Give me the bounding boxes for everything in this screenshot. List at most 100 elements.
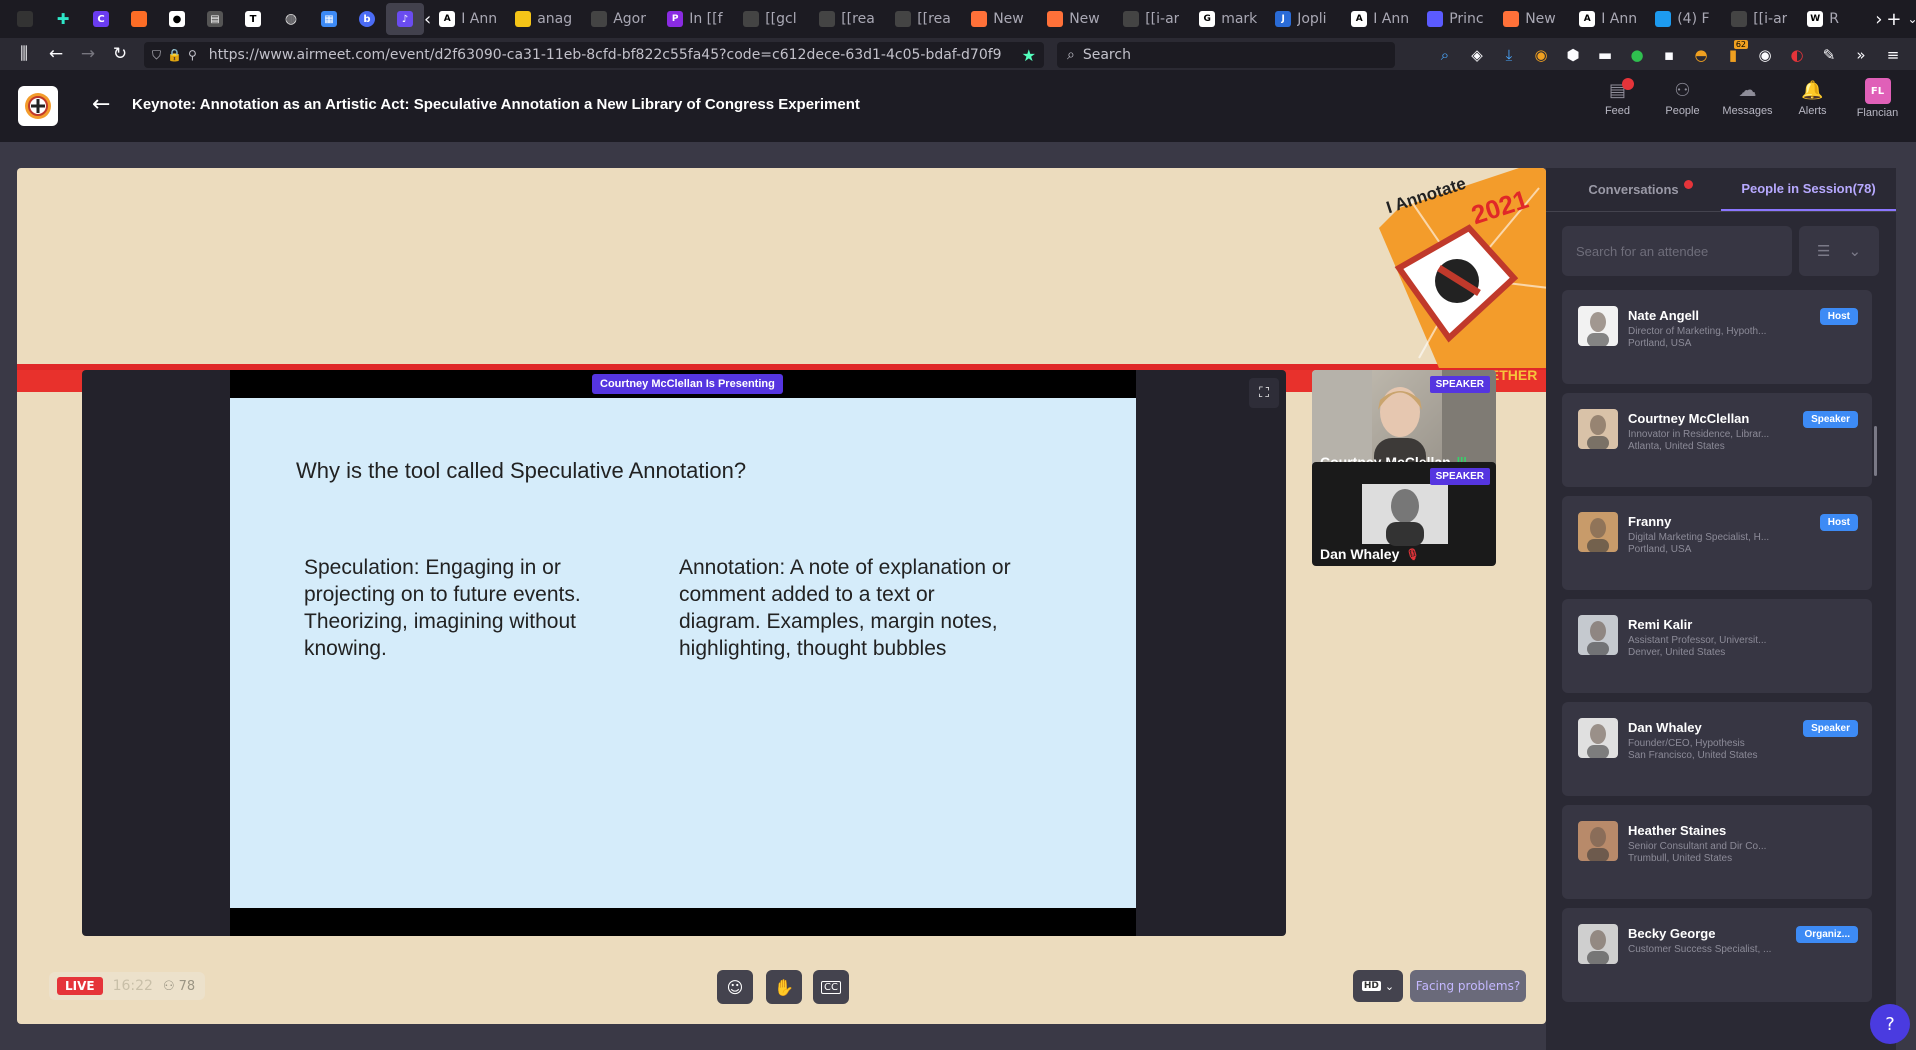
eye-icon[interactable]: ◉ [1752, 42, 1778, 68]
pinned-tab-9[interactable]: ▦ [310, 3, 348, 35]
attendee-card[interactable]: Remi Kalir Assistant Professor, Universit… [1562, 599, 1872, 693]
zoom-search-icon[interactable]: ⌕ [1432, 42, 1458, 68]
fullscreen-icon[interactable]: ⛶ [1249, 378, 1279, 408]
raise-hand-button[interactable]: ✋ [766, 970, 802, 1004]
ext-badge-icon[interactable]: ▮ 62 [1720, 40, 1748, 68]
browser-tab[interactable]: [[i-ar [1115, 3, 1191, 35]
reload-icon[interactable]: ↻ [104, 40, 136, 68]
view-toggle[interactable]: ☰ ⌄ [1799, 226, 1879, 276]
attendee-title: Assistant Professor, Universit... [1628, 635, 1767, 646]
browser-tab[interactable]: P In [[f [659, 3, 735, 35]
ext-b-icon[interactable]: ● [1624, 42, 1650, 68]
tab-list-chevron-icon[interactable]: ⌄ [1908, 3, 1916, 35]
ext-cube-icon[interactable]: ⬢ [1560, 42, 1586, 68]
tab-scroll-right-icon[interactable]: › [1875, 3, 1882, 35]
pocket-icon[interactable]: ◈ [1464, 42, 1490, 68]
nav-people[interactable]: ⚇ People [1650, 78, 1715, 119]
overflow-chevron-icon[interactable]: » [1848, 42, 1874, 68]
pinned-tab-6[interactable]: ▤ [196, 3, 234, 35]
pinned-tab-3[interactable]: C [82, 3, 120, 35]
attendee-card[interactable]: Heather Staines Senior Consultant and Dir… [1562, 805, 1872, 899]
wrench-icon[interactable]: ✎ [1816, 42, 1842, 68]
facing-problems-button[interactable]: Facing problems? [1410, 970, 1526, 1002]
slide-title: Why is the tool called Speculative Annot… [296, 458, 747, 483]
speaker-tile-dan[interactable]: SPEAKER Dan Whaley 🎙 [1312, 462, 1496, 566]
browser-tab[interactable]: New [1495, 3, 1571, 35]
attendee-search-input[interactable] [1576, 243, 1778, 259]
browser-search-bar[interactable]: ⌕ Search [1057, 42, 1395, 68]
browser-tab[interactable]: Gmark [1191, 3, 1267, 35]
back-icon[interactable]: ← [40, 40, 72, 68]
back-arrow-icon[interactable]: ← [92, 92, 110, 117]
attendee-title: Founder/CEO, Hypothesis [1628, 738, 1745, 749]
browser-tab[interactable]: [[i-ar [1723, 3, 1799, 35]
url-text[interactable]: https://www.airmeet.com/event/d2f63090-c… [209, 47, 1009, 63]
attendee-card[interactable]: Becky George Customer Success Specialist,… [1562, 908, 1872, 1002]
attendee-card[interactable]: Franny Digital Marketing Specialist, H...… [1562, 496, 1872, 590]
attendee-card[interactable]: Nate Angell Director of Marketing, Hypoth… [1562, 290, 1872, 384]
pinned-tab-4[interactable] [120, 3, 158, 35]
quality-select[interactable]: HD ⌄ [1353, 970, 1403, 1002]
pinned-tab-5[interactable]: ● [158, 3, 196, 35]
ext-bar-icon[interactable]: ▬ [1592, 42, 1618, 68]
messages-icon: ☁ [1738, 79, 1757, 101]
browser-tab[interactable]: anag [507, 3, 583, 35]
browser-tab[interactable]: [[rea [887, 3, 963, 35]
download-icon[interactable]: ⤓ [1496, 42, 1522, 68]
forward-icon[interactable]: → [72, 40, 104, 68]
nav-profile[interactable]: FL Flancian [1845, 78, 1910, 119]
library-icon[interactable]: ⫼ [8, 40, 40, 68]
speaker-tile-courtney[interactable]: SPEAKER Courtney McClellan||| [1312, 370, 1496, 474]
browser-tab[interactable]: Princ [1419, 3, 1495, 35]
nav-messages[interactable]: ☁ Messages [1715, 78, 1780, 119]
pinned-tab-1[interactable] [6, 3, 44, 35]
pinned-tab-8[interactable]: ◍ [272, 3, 310, 35]
top-nav: ▤ Feed ⚇ People ☁ Messages 🔔 Alerts FL F… [1585, 78, 1910, 119]
pinned-tab-2[interactable]: ✚ [44, 3, 82, 35]
captions-button[interactable]: CC [813, 970, 849, 1004]
url-bar[interactable]: ⛉ 🔒 ⚲ https://www.airmeet.com/event/d2f6… [144, 42, 1044, 68]
attendee-search[interactable] [1562, 226, 1792, 276]
menu-icon[interactable]: ≡ [1880, 42, 1906, 68]
browser-tab[interactable]: [[gcl [735, 3, 811, 35]
ext-zotero-icon[interactable]: ◉ [1528, 42, 1554, 68]
event-logo[interactable] [18, 86, 58, 126]
browser-tab[interactable]: New [963, 3, 1039, 35]
tab-scroll-left-icon[interactable]: ‹ [424, 3, 431, 35]
tab-conversations-label: Conversations [1588, 182, 1679, 197]
browser-tab[interactable]: [[rea [811, 3, 887, 35]
ext-badge-count: 62 [1733, 40, 1748, 49]
ext-red-icon[interactable]: ◐ [1784, 42, 1810, 68]
browser-tab[interactable]: A I Ann [1343, 3, 1419, 35]
attendee-card[interactable]: Dan Whaley Founder/CEO, Hypothesis San Fra… [1562, 702, 1872, 796]
shield-icon: ⛉ [152, 47, 162, 62]
bookmark-star-icon[interactable]: ★ [1022, 46, 1036, 65]
browser-tab[interactable]: Agor [583, 3, 659, 35]
nav-feed[interactable]: ▤ Feed [1585, 78, 1650, 119]
new-tab-icon[interactable]: + [1886, 3, 1901, 35]
attendee-card[interactable]: Courtney McClellan Innovator in Residence… [1562, 393, 1872, 487]
nav-alerts[interactable]: 🔔 Alerts [1780, 78, 1845, 119]
browser-tab[interactable]: J Jopli [1267, 3, 1343, 35]
ext-burger-icon[interactable]: ◓ [1688, 42, 1714, 68]
ext-note-icon[interactable]: ▪ [1656, 42, 1682, 68]
attendee-location: Portland, USA [1628, 544, 1692, 555]
people-list-scrollbar[interactable] [1874, 426, 1877, 476]
browser-tab[interactable]: New [1039, 3, 1115, 35]
tab-people-in-session[interactable]: People in Session(78) [1721, 168, 1896, 211]
browser-tab[interactable]: (4) F [1647, 3, 1723, 35]
browser-tab[interactable]: A I Ann [431, 3, 507, 35]
browser-tab[interactable]: A I Ann [1571, 3, 1647, 35]
tab-conversations[interactable]: Conversations [1546, 168, 1721, 211]
chevron-down-icon: ⌄ [1848, 242, 1862, 260]
tab-favicon-icon [1503, 11, 1520, 27]
medium-icon: ● [169, 11, 185, 27]
help-button[interactable]: ? [1870, 1004, 1910, 1044]
pinned-tab-10[interactable]: b [348, 3, 386, 35]
pinned-tab-airmeet[interactable]: ♪ [386, 3, 424, 35]
attendee-count[interactable]: ⚇ 78 [163, 979, 195, 994]
tab-label: In [[f [689, 11, 723, 27]
reaction-button[interactable]: ☺ [717, 970, 753, 1004]
pinned-tab-7[interactable]: T [234, 3, 272, 35]
browser-tab[interactable]: WR [1799, 3, 1875, 35]
